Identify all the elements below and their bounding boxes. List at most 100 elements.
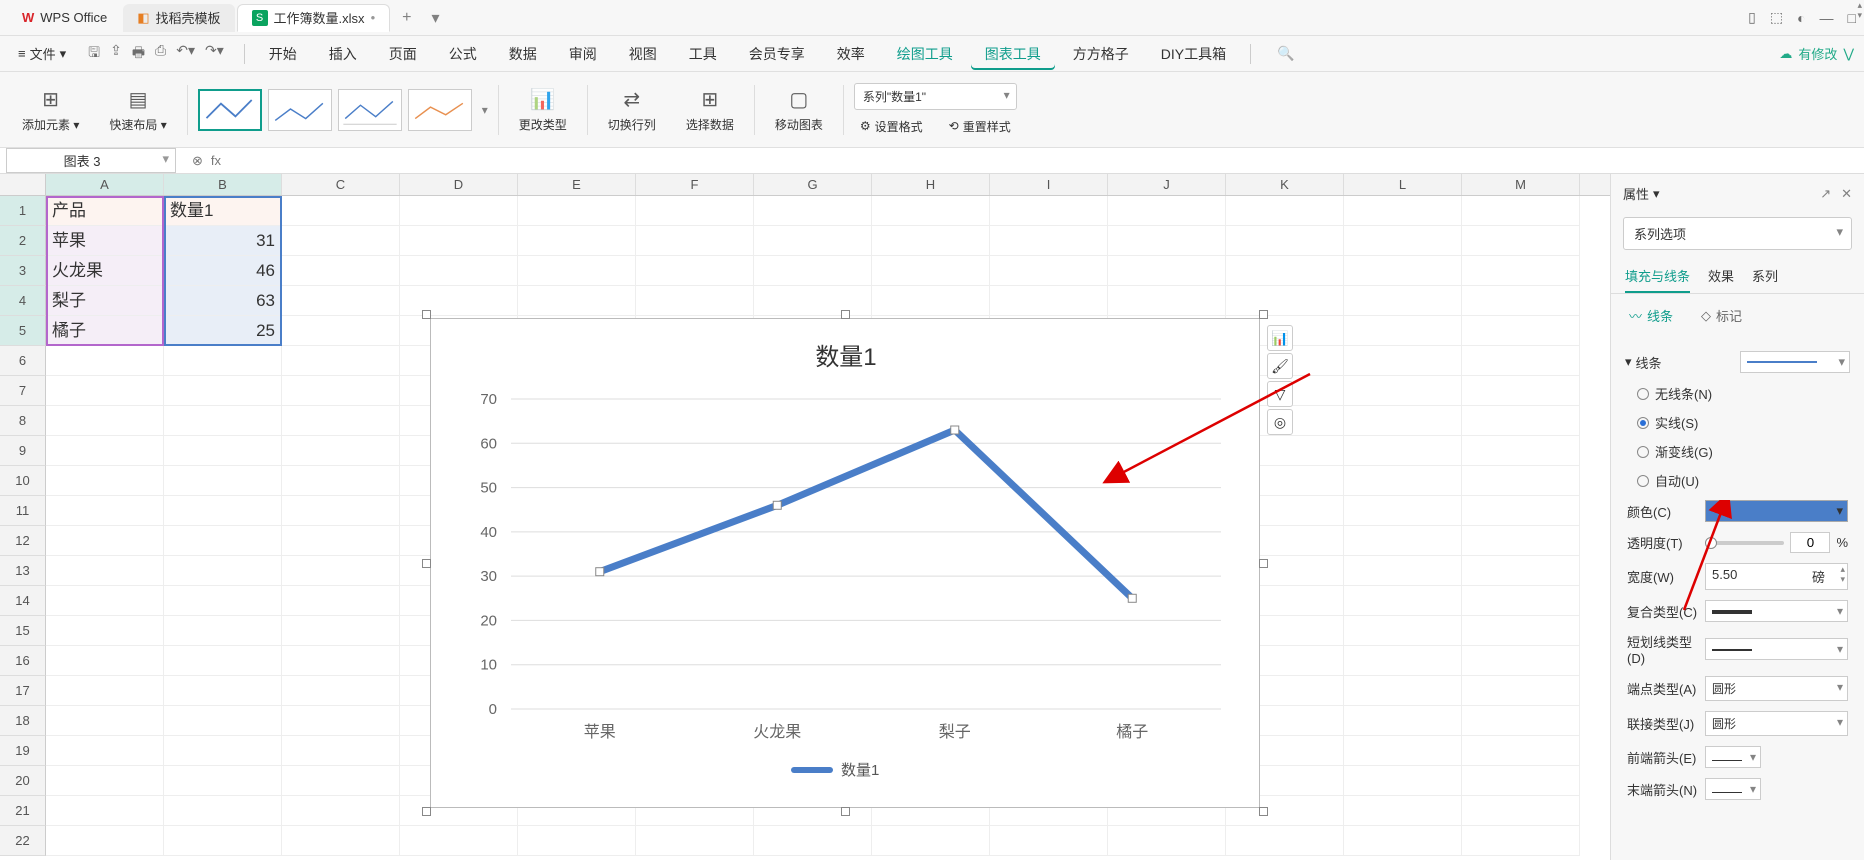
cell[interactable] — [46, 346, 164, 376]
style-scroll[interactable]: ▾ — [482, 103, 488, 117]
resize-handle-e[interactable] — [1259, 559, 1268, 568]
resize-handle-w[interactable] — [422, 559, 431, 568]
menu-data[interactable]: 数据 — [495, 38, 551, 70]
transparency-input[interactable] — [1790, 532, 1830, 553]
cell[interactable] — [636, 196, 754, 226]
cell[interactable] — [1462, 796, 1580, 826]
cell[interactable] — [164, 436, 282, 466]
col-header-F[interactable]: F — [636, 174, 754, 195]
cell[interactable] — [164, 466, 282, 496]
cell[interactable] — [1344, 766, 1462, 796]
cell[interactable] — [1344, 196, 1462, 226]
chart-style-gallery[interactable] — [198, 89, 472, 131]
cell[interactable]: 46 — [164, 256, 282, 286]
row-header[interactable]: 3 — [0, 256, 46, 286]
menu-insert[interactable]: 插入 — [315, 38, 371, 70]
reset-style-button[interactable]: ⟲重置样式 — [943, 116, 1017, 137]
cell[interactable] — [1344, 556, 1462, 586]
cell[interactable] — [1108, 256, 1226, 286]
col-header-M[interactable]: M — [1462, 174, 1580, 195]
cell[interactable] — [46, 646, 164, 676]
cell[interactable] — [282, 256, 400, 286]
cancel-fx-icon[interactable]: ⊗ — [192, 153, 203, 169]
row-header[interactable]: 16 — [0, 646, 46, 676]
cell[interactable] — [1226, 226, 1344, 256]
resize-handle-s[interactable] — [841, 807, 850, 816]
row-header[interactable]: 17 — [0, 676, 46, 706]
cell[interactable] — [282, 286, 400, 316]
row-header[interactable]: 7 — [0, 376, 46, 406]
cell[interactable] — [46, 616, 164, 646]
cell[interactable] — [1462, 376, 1580, 406]
cell[interactable] — [1108, 826, 1226, 856]
cell[interactable] — [1462, 436, 1580, 466]
cell[interactable] — [1226, 826, 1344, 856]
cell[interactable] — [1344, 256, 1462, 286]
resize-handle-nw[interactable] — [422, 310, 431, 319]
menu-efficiency[interactable]: 效率 — [823, 38, 879, 70]
print-icon[interactable]: 🖶 — [132, 42, 145, 66]
chart-brush-button[interactable]: 🖌 — [1267, 353, 1293, 379]
tab-active-file[interactable]: S工作簿数量.xlsx• — [237, 4, 391, 32]
cell[interactable] — [282, 226, 400, 256]
menu-draw-tools[interactable]: 绘图工具 — [883, 38, 967, 70]
col-header-G[interactable]: G — [754, 174, 872, 195]
cell[interactable] — [518, 826, 636, 856]
menu-member[interactable]: 会员专享 — [735, 38, 819, 70]
cell[interactable] — [1108, 226, 1226, 256]
cell[interactable] — [164, 826, 282, 856]
cell[interactable] — [282, 766, 400, 796]
cap-picker[interactable]: 圆形 — [1705, 676, 1848, 701]
cell[interactable] — [1344, 526, 1462, 556]
cell[interactable] — [1108, 286, 1226, 316]
cell[interactable] — [872, 286, 990, 316]
menu-review[interactable]: 审阅 — [555, 38, 611, 70]
cell[interactable]: 苹果 — [46, 226, 164, 256]
cell[interactable] — [872, 826, 990, 856]
width-input[interactable]: 5.50磅▴▾ — [1705, 563, 1848, 590]
row-header[interactable]: 2 — [0, 226, 46, 256]
quick-layout-button[interactable]: ▤快速布局 ▾ — [99, 83, 176, 137]
cell[interactable] — [1462, 766, 1580, 796]
cell[interactable] — [636, 256, 754, 286]
cell[interactable] — [46, 556, 164, 586]
cell[interactable] — [164, 346, 282, 376]
avatar-icon[interactable]: ◐ — [1797, 10, 1805, 26]
cell[interactable]: 橘子 — [46, 316, 164, 346]
menu-tools[interactable]: 工具 — [675, 38, 731, 70]
cell[interactable] — [282, 556, 400, 586]
subtab-marker[interactable]: ◇标记 — [1701, 306, 1742, 325]
cell[interactable] — [164, 796, 282, 826]
cell[interactable] — [46, 526, 164, 556]
panel-popout-icon[interactable]: ↗ — [1820, 186, 1831, 202]
chart-style-4[interactable] — [408, 89, 472, 131]
row-header[interactable]: 13 — [0, 556, 46, 586]
tab-template[interactable]: ◧找稻壳模板 — [123, 4, 234, 32]
col-header-H[interactable]: H — [872, 174, 990, 195]
cell[interactable]: 梨子 — [46, 286, 164, 316]
cell[interactable] — [1462, 196, 1580, 226]
select-data-button[interactable]: ⊞选择数据 — [676, 83, 744, 137]
cell[interactable] — [754, 196, 872, 226]
cell[interactable] — [282, 496, 400, 526]
cell[interactable] — [754, 256, 872, 286]
row-header[interactable]: 10 — [0, 466, 46, 496]
cell[interactable] — [636, 826, 754, 856]
cell[interactable] — [1462, 616, 1580, 646]
cell[interactable] — [164, 676, 282, 706]
row-header[interactable]: 9 — [0, 436, 46, 466]
export-icon[interactable]: ⇪ — [110, 42, 122, 66]
change-type-button[interactable]: 📊更改类型 — [509, 83, 577, 137]
cell[interactable] — [164, 526, 282, 556]
chart-style-1[interactable] — [198, 89, 262, 131]
package-icon[interactable]: ⬚ — [1770, 9, 1783, 26]
row-header[interactable]: 8 — [0, 406, 46, 436]
tab-series[interactable]: 系列 — [1752, 260, 1778, 293]
cell[interactable] — [46, 436, 164, 466]
maximize-button[interactable]: □ — [1848, 10, 1856, 26]
undo-button[interactable]: ↶▾ — [176, 42, 195, 66]
cell[interactable] — [1344, 706, 1462, 736]
tab-menu-button[interactable]: ▾ — [421, 8, 449, 28]
cell[interactable] — [1344, 796, 1462, 826]
cell[interactable] — [46, 706, 164, 736]
